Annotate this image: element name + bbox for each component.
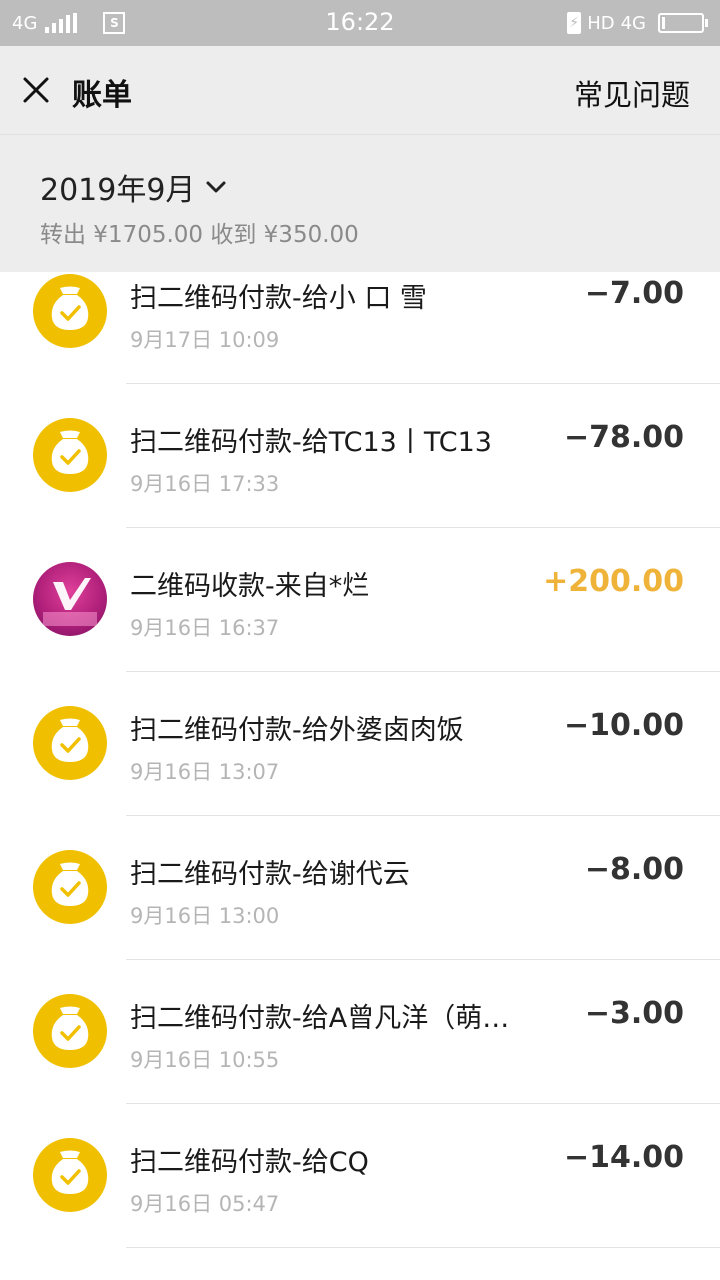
charging-icon: ⚡ (567, 12, 582, 34)
transaction-row[interactable]: 扫二维码付款-给TC13丨TC13 9月16日 17:33 −78.00 (0, 384, 720, 528)
battery-icon (658, 13, 708, 33)
transaction-name: 扫二维码付款-给外婆卤肉饭 (130, 715, 464, 746)
money-bag-icon (51, 718, 89, 762)
transaction-avatar (33, 706, 107, 780)
money-bag-icon (51, 862, 89, 906)
app-header: 账单 常见问题 (0, 46, 720, 135)
transaction-name: 扫二维码付款-给小 口 雪 (130, 283, 427, 314)
transaction-name: 扫二维码付款-给CQ (130, 1147, 369, 1178)
transaction-amount: −8.00 (584, 852, 684, 887)
hd-indicator: HD (587, 12, 615, 34)
month-summary: 2019年9月 转出 ¥1705.00 收到 ¥350.00 (0, 135, 720, 272)
transaction-row[interactable]: 扫二维码付款-给外婆卤肉饭 9月16日 13:07 −10.00 (0, 672, 720, 816)
transaction-avatar (33, 562, 107, 636)
money-bag-icon (51, 1150, 89, 1194)
battery-fill (662, 17, 666, 29)
network-type-right: 4G (620, 12, 646, 34)
transaction-list: 扫二维码付款-给小 口 雪 9月17日 10:09 −7.00 扫二维码付款-给TC1… (0, 240, 720, 1248)
transaction-name: 二维码收款-来自*烂 (130, 571, 370, 602)
month-totals: 转出 ¥1705.00 收到 ¥350.00 (40, 222, 359, 248)
transaction-avatar (33, 274, 107, 348)
page-title: 账单 (72, 78, 132, 113)
transaction-amount: −7.00 (584, 276, 684, 311)
transaction-row[interactable]: 扫二维码付款-给CQ 9月16日 05:47 −14.00 (0, 1104, 720, 1248)
user-avatar-icon (43, 578, 97, 626)
transaction-amount: −14.00 (563, 1140, 684, 1175)
transaction-row[interactable]: 二维码收款-来自*烂 9月16日 16:37 +200.00 (0, 528, 720, 672)
transaction-row[interactable]: 扫二维码付款-给谢代云 9月16日 13:00 −8.00 (0, 816, 720, 960)
close-button[interactable] (18, 72, 54, 108)
transaction-date: 9月16日 13:00 (130, 904, 280, 928)
transaction-amount: −10.00 (563, 708, 684, 743)
status-bar: 4G S 16:22 ⚡ HD 4G (0, 0, 720, 46)
transaction-date: 9月16日 16:37 (130, 616, 280, 640)
transaction-date: 9月16日 05:47 (130, 1192, 280, 1216)
transaction-avatar (33, 850, 107, 924)
transaction-avatar (33, 1138, 107, 1212)
transaction-avatar (33, 418, 107, 492)
transaction-name: 扫二维码付款-给A曾凡洋（萌… (130, 1003, 510, 1034)
transaction-amount: +200.00 (543, 564, 684, 599)
transaction-date: 9月17日 10:09 (130, 328, 280, 352)
chevron-down-icon (206, 181, 226, 193)
transaction-date: 9月16日 17:33 (130, 472, 280, 496)
row-divider (126, 1247, 720, 1248)
transaction-row[interactable]: 扫二维码付款-给A曾凡洋（萌… 9月16日 10:55 −3.00 (0, 960, 720, 1104)
transaction-name: 扫二维码付款-给谢代云 (130, 859, 410, 890)
month-label: 2019年9月 (40, 173, 196, 208)
faq-link[interactable]: 常见问题 (574, 72, 690, 114)
month-selector[interactable]: 2019年9月 (40, 165, 227, 209)
close-icon (23, 77, 49, 103)
money-bag-icon (51, 286, 89, 330)
transaction-date: 9月16日 10:55 (130, 1048, 280, 1072)
transaction-amount: −3.00 (584, 996, 684, 1031)
transaction-avatar (33, 994, 107, 1068)
transaction-name: 扫二维码付款-给TC13丨TC13 (130, 427, 492, 458)
money-bag-icon (51, 430, 89, 474)
money-bag-icon (51, 1006, 89, 1050)
transaction-amount: −78.00 (563, 420, 684, 455)
status-right: ⚡ HD 4G (567, 10, 708, 36)
transaction-date: 9月16日 13:07 (130, 760, 280, 784)
